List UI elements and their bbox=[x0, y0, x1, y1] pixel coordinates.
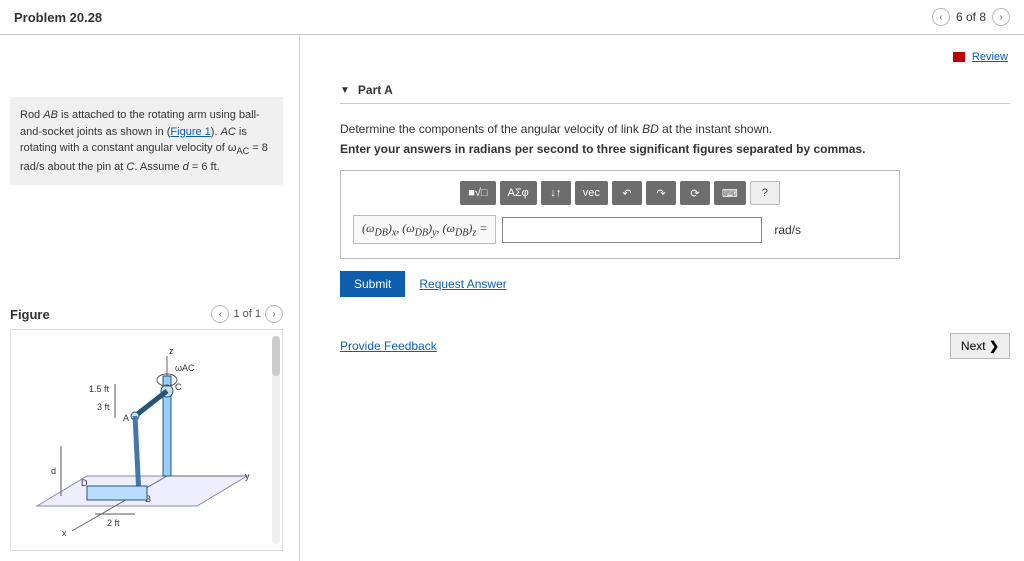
label-A: A bbox=[123, 413, 129, 423]
figure-title: Figure bbox=[10, 307, 50, 322]
figure-body: z y x C ωAC A bbox=[10, 329, 283, 551]
next-button[interactable]: Next ❯ bbox=[950, 333, 1010, 359]
chevron-right-icon: ❯ bbox=[989, 339, 999, 353]
answer-input[interactable] bbox=[502, 217, 762, 243]
dim-2ft: 2 ft bbox=[107, 518, 120, 528]
problem-statement-text: Rod AB is attached to the rotating arm u… bbox=[20, 109, 268, 173]
submit-row: Submit Request Answer bbox=[340, 271, 1010, 297]
label-C: C bbox=[175, 382, 182, 392]
label-omega: ωAC bbox=[175, 363, 195, 373]
problem-title: Problem 20.28 bbox=[14, 10, 102, 25]
equation-toolbar: ■√□ ΑΣφ ↓↑ vec ↶ ↷ ⟳ ⌨ ? bbox=[353, 181, 887, 205]
next-problem-button[interactable]: › bbox=[992, 8, 1010, 26]
part-header[interactable]: ▼ Part A bbox=[340, 77, 1010, 104]
figure-nav: ‹ 1 of 1 › bbox=[211, 305, 283, 323]
toolbar-symbols-button[interactable]: ΑΣφ bbox=[500, 181, 537, 205]
review-bar: Review bbox=[340, 45, 1010, 77]
answer-instruction: Enter your answers in radians per second… bbox=[340, 142, 1010, 156]
caret-down-icon: ▼ bbox=[340, 85, 350, 96]
prev-problem-button[interactable]: ‹ bbox=[932, 8, 950, 26]
toolbar-vec-button[interactable]: vec bbox=[575, 181, 608, 205]
answer-lhs: (ωDB)x, (ωDB)y, (ωDB)z = bbox=[353, 215, 496, 244]
axis-z-label: z bbox=[169, 346, 174, 356]
right-panel: Review ▼ Part A Determine the components… bbox=[300, 35, 1024, 561]
toolbar-keyboard-button[interactable]: ⌨ bbox=[714, 181, 746, 205]
dim-3ft: 3 ft bbox=[97, 402, 110, 412]
answer-area: ■√□ ΑΣφ ↓↑ vec ↶ ↷ ⟳ ⌨ ? (ωDB)x, (ωDB)y,… bbox=[340, 170, 900, 259]
label-D: D bbox=[81, 478, 88, 488]
figure-position: 1 of 1 bbox=[233, 308, 261, 320]
next-figure-button[interactable]: › bbox=[265, 305, 283, 323]
toolbar-scripts-button[interactable]: ↓↑ bbox=[541, 181, 571, 205]
answer-row: (ωDB)x, (ωDB)y, (ωDB)z = rad/s bbox=[353, 215, 887, 244]
problem-nav: ‹ 6 of 8 › bbox=[932, 8, 1010, 26]
page-header: Problem 20.28 ‹ 6 of 8 › bbox=[0, 0, 1024, 35]
flag-icon bbox=[953, 52, 965, 62]
feedback-row: Provide Feedback Next ❯ bbox=[340, 333, 1010, 359]
toolbar-reset-button[interactable]: ⟳ bbox=[680, 181, 710, 205]
problem-position: 6 of 8 bbox=[956, 10, 986, 24]
toolbar-redo-button[interactable]: ↷ bbox=[646, 181, 676, 205]
toolbar-templates-button[interactable]: ■√□ bbox=[460, 181, 495, 205]
axis-y-label: y bbox=[245, 471, 250, 481]
next-label: Next bbox=[961, 339, 986, 353]
submit-button[interactable]: Submit bbox=[340, 271, 405, 297]
review-link[interactable]: Review bbox=[972, 51, 1008, 63]
toolbar-undo-button[interactable]: ↶ bbox=[612, 181, 642, 205]
figure-scrollbar[interactable] bbox=[272, 336, 280, 544]
toolbar-help-button[interactable]: ? bbox=[750, 181, 780, 205]
part-label: Part A bbox=[358, 83, 393, 97]
figure-svg: z y x C ωAC A bbox=[17, 336, 277, 536]
provide-feedback-link[interactable]: Provide Feedback bbox=[340, 339, 437, 353]
prev-figure-button[interactable]: ‹ bbox=[211, 305, 229, 323]
axis-x-label: x bbox=[62, 528, 67, 536]
question-block: Determine the components of the angular … bbox=[340, 104, 1010, 303]
answer-unit: rad/s bbox=[774, 223, 801, 237]
question-text: Determine the components of the angular … bbox=[340, 122, 1010, 136]
main-area: Rod AB is attached to the rotating arm u… bbox=[0, 35, 1024, 561]
figure-header: Figure ‹ 1 of 1 › bbox=[10, 305, 283, 323]
dim-1p5ft: 1.5 ft bbox=[89, 384, 110, 394]
figure-scroll-thumb[interactable] bbox=[272, 336, 280, 376]
left-panel: Rod AB is attached to the rotating arm u… bbox=[0, 35, 300, 561]
problem-statement: Rod AB is attached to the rotating arm u… bbox=[10, 97, 283, 185]
dim-d: d bbox=[51, 466, 56, 476]
request-answer-link[interactable]: Request Answer bbox=[419, 277, 506, 291]
